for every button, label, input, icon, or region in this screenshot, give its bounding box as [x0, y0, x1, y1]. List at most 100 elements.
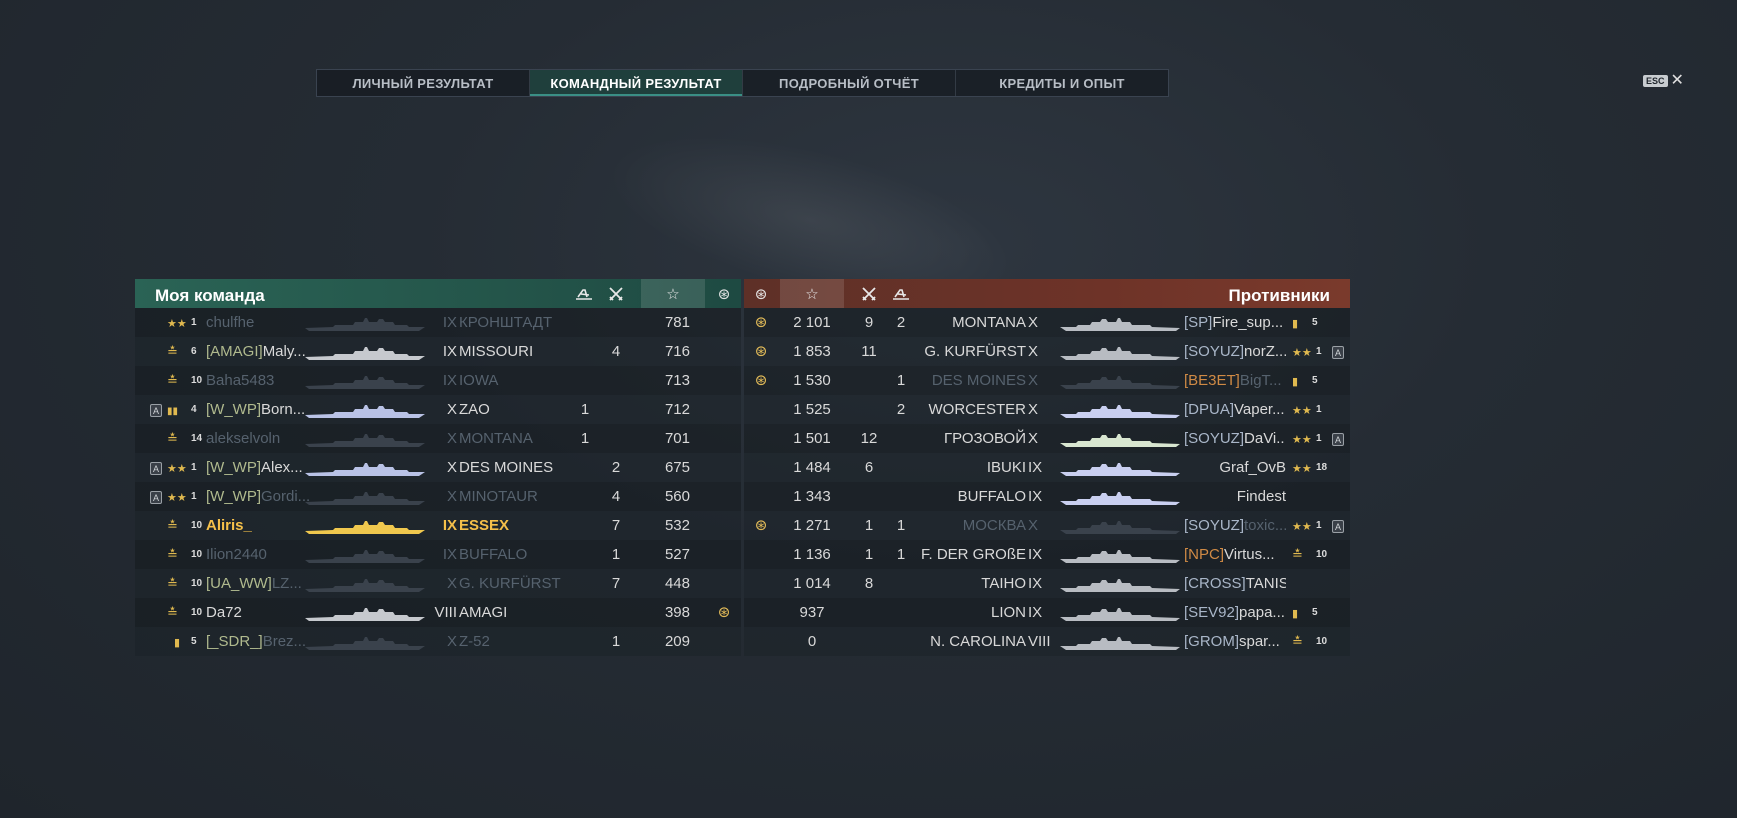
- my-team-panel: Моя команда ☆ ⊛ ★★ 1 chulfhe IX КРОНШТАДТ 781…: [135, 279, 741, 656]
- player-name[interactable]: [UA_WW]LZ...: [206, 569, 302, 598]
- clan-tag: [GROM]: [1184, 633, 1239, 650]
- enemy-team-row[interactable]: 1 343 BUFFALO IX Findest: [744, 482, 1350, 511]
- enemy-team-row[interactable]: 0 N. CAROLINA VIII [GROM]spar... ≛ 10: [744, 627, 1350, 656]
- base-xp-header[interactable]: ☆: [641, 279, 705, 308]
- rank-number: 1: [1316, 346, 1322, 357]
- ship-silhouette: [305, 608, 425, 621]
- my-team-row[interactable]: ≛ 10 Ilion2440 IX BUFFALO 1 527: [135, 540, 741, 569]
- base-xp: 209: [664, 633, 690, 650]
- star-icon: ☆: [805, 285, 819, 303]
- division-badge-icon: A: [150, 491, 162, 504]
- my-team-row[interactable]: ▮ 5 [_SDR_]Brez... X Z-52 1 209: [135, 627, 741, 656]
- player-name[interactable]: [DPUA]Vaper...: [1184, 395, 1286, 424]
- player-name[interactable]: [SEV92]papa...: [1184, 598, 1286, 627]
- enemy-base-xp-header[interactable]: ☆: [780, 279, 844, 308]
- ship-tier: VIII: [434, 604, 457, 621]
- enemy-team-row[interactable]: ⊛ 1 853 11 G. KURFÜRST X [SOYUZ]norZ... ★★ 1 A: [744, 337, 1350, 366]
- player-name[interactable]: alekselvoln: [206, 424, 280, 453]
- enemy-planes-destroyed-header[interactable]: [886, 279, 916, 308]
- tab-personal-result[interactable]: ЛИЧНЫЙ РЕЗУЛЬТАТ: [317, 70, 530, 96]
- clan-tag: [SOYUZ]: [1184, 343, 1245, 360]
- my-team-row[interactable]: A ★★ 1 [W_WP]Alex... X DES MOINES 2 675: [135, 453, 741, 482]
- planes-destroyed: [575, 511, 595, 540]
- tab-credits-and-xp[interactable]: КРЕДИТЫ И ОПЫТ: [956, 70, 1168, 96]
- enemy-ships-destroyed-header[interactable]: [854, 279, 884, 308]
- base-xp: 713: [664, 372, 690, 389]
- player-name[interactable]: chulfhe: [206, 308, 254, 337]
- player-name[interactable]: [AMAGI]Maly...: [206, 337, 306, 366]
- rank-icon: ≛: [167, 511, 178, 540]
- player-name[interactable]: [CROSS]TANIST_z...: [1184, 569, 1286, 598]
- player-nick: Da72: [206, 604, 242, 621]
- player-name[interactable]: Findest: [1184, 482, 1286, 511]
- player-name[interactable]: Baha5483: [206, 366, 274, 395]
- player-name[interactable]: Aliris_: [206, 511, 252, 540]
- ship-silhouette: [305, 579, 425, 592]
- my-team-row[interactable]: ≛ 10 Da72 VIII AMAGI 398 ⊛: [135, 598, 741, 627]
- medals-header[interactable]: ⊛: [707, 279, 741, 308]
- my-team-row[interactable]: A ★★ 1 [W_WP]Gordi... X MINOTAUR 4 560: [135, 482, 741, 511]
- planes-destroyed-header[interactable]: [569, 279, 599, 308]
- ships-destroyed: [606, 366, 626, 395]
- enemy-team-row[interactable]: 1 525 2 WORCESTER X [DPUA]Vaper... ★★ 1: [744, 395, 1350, 424]
- enemy-team-row[interactable]: 937 LION IX [SEV92]papa... ▮ 5: [744, 598, 1350, 627]
- player-name[interactable]: [NPC]Virtus...: [1184, 540, 1286, 569]
- player-name[interactable]: [W_WP]Gordi...: [206, 482, 310, 511]
- player-name[interactable]: Graf_OvB: [1184, 453, 1286, 482]
- player-name[interactable]: Da72: [206, 598, 242, 627]
- ship-tier: X: [446, 459, 457, 476]
- my-team-rows: ★★ 1 chulfhe IX КРОНШТАДТ 781 ≛ 6 [AMAGI]Maly...…: [135, 308, 741, 656]
- enemy-team-row[interactable]: ⊛ 2 101 9 2 MONTANA X [SP]Fire_sup... ▮ 5: [744, 308, 1350, 337]
- laurel-medal-icon: ⊛: [717, 285, 731, 303]
- enemy-team-row[interactable]: 1 014 8 TAIHOIX [CROSS]TANIST_z...: [744, 569, 1350, 598]
- ship-silhouette: [1060, 318, 1180, 331]
- enemy-team-row[interactable]: 1 484 6 IBUKI IX Graf_OvB ★★ 18: [744, 453, 1350, 482]
- ships-destroyed-header[interactable]: [601, 279, 631, 308]
- ship-tier: X: [446, 633, 457, 650]
- my-team-row[interactable]: A ▮▮ 4 [W_WP]Born... X ZAO 1 712: [135, 395, 741, 424]
- ship-name: ГРОЗОВОЙ: [944, 430, 1026, 447]
- player-name[interactable]: [BE3ET]BigT...: [1184, 366, 1286, 395]
- player-name[interactable]: Ilion2440: [206, 540, 267, 569]
- player-nick: Virtus...: [1224, 546, 1275, 563]
- crossed-swords-icon: [609, 286, 623, 301]
- ships-destroyed: 7: [611, 575, 621, 592]
- player-name[interactable]: [SP]Fire_sup...: [1184, 308, 1286, 337]
- my-team-row[interactable]: ≛ 10 Aliris_ IX ESSEX 7 532: [135, 511, 741, 540]
- tab-detailed-report[interactable]: ПОДРОБНЫЙ ОТЧЁТ: [743, 70, 956, 96]
- player-name[interactable]: [W_WP]Alex...: [206, 453, 303, 482]
- close-button[interactable]: ESC ✕: [1643, 73, 1684, 89]
- player-name[interactable]: [GROM]spar...: [1184, 627, 1286, 656]
- enemy-team-row[interactable]: 1 501 12 ГРОЗОВОЙ X [SOYUZ]DaVi... ★★ 1 A: [744, 424, 1350, 453]
- ship-silhouette: [305, 318, 425, 331]
- rank-ribbon-icon: ≛: [1292, 547, 1303, 562]
- ship-name: MINOTAUR: [459, 488, 538, 505]
- rank-icon: ▮: [174, 627, 180, 656]
- player-name[interactable]: [SOYUZ]DaVi...: [1184, 424, 1286, 453]
- enemy-team-row[interactable]: 1 136 1 1 F. DER GROßE IX [NPC]Virtus... ≛ 10: [744, 540, 1350, 569]
- player-nick: Alex...: [261, 459, 303, 476]
- ship-name: BUFFALO: [459, 546, 528, 563]
- my-team-row[interactable]: ★★ 1 chulfhe IX КРОНШТАДТ 781: [135, 308, 741, 337]
- ship-silhouette: [1060, 521, 1180, 534]
- ship-tier: X: [1028, 343, 1039, 360]
- player-name[interactable]: [SOYUZ]norZ...: [1184, 337, 1286, 366]
- rank-icon: ★★: [167, 482, 187, 511]
- division-badge-icon: A: [1332, 433, 1344, 446]
- my-team-row[interactable]: ≛ 10 [UA_WW]LZ... X G. KURFÜRST 7 448: [135, 569, 741, 598]
- my-team-row[interactable]: ≛ 14 alekselvoln X MONTANA 1 701: [135, 424, 741, 453]
- player-name[interactable]: [W_WP]Born...: [206, 395, 305, 424]
- my-team-row[interactable]: ≛ 6 [AMAGI]Maly... IX MISSOURI 4 716: [135, 337, 741, 366]
- my-team-row[interactable]: ≛ 10 Baha5483 IX IOWA 713: [135, 366, 741, 395]
- player-name[interactable]: [SOYUZ]toxic...: [1184, 511, 1286, 540]
- clan-tag: [_SDR_]: [206, 633, 263, 650]
- enemy-team-row[interactable]: ⊛ 1 271 1 1 МОСКВА X [SOYUZ]toxic... ★★ 1 A: [744, 511, 1350, 540]
- enemy-medals-header[interactable]: ⊛: [744, 279, 778, 308]
- rank-number: 10: [191, 578, 203, 589]
- tab-team-result[interactable]: КОМАНДНЫЙ РЕЗУЛЬТАТ: [530, 70, 743, 96]
- rank-number: 10: [1316, 549, 1328, 560]
- enemy-team-row[interactable]: ⊛ 1 530 1 DES MOINES X [BE3ET]BigT... ▮ 5: [744, 366, 1350, 395]
- medal-icon: ⊛: [754, 314, 768, 331]
- player-name[interactable]: [_SDR_]Brez...: [206, 627, 306, 656]
- ship-silhouette: [1060, 463, 1180, 476]
